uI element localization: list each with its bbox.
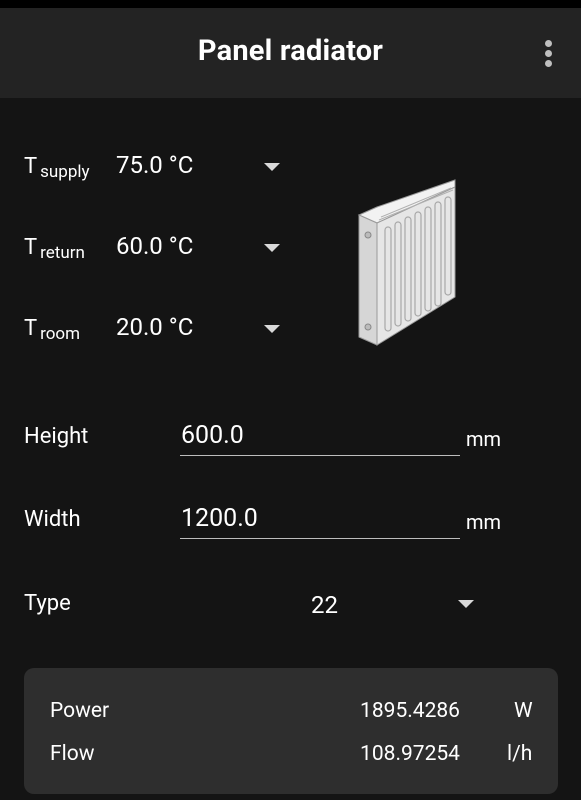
temp-return-row: Treturn 60.0 °C — [24, 231, 294, 271]
temp-supply-label: Tsupply — [24, 154, 90, 182]
flow-unit: l/h — [507, 742, 533, 766]
temp-return-dropdown[interactable]: 60.0 °C — [116, 232, 193, 260]
app-bar: Panel radiator — [0, 8, 581, 98]
temp-room-label: Troom — [24, 316, 81, 344]
type-label: Type — [24, 591, 71, 616]
panel-radiator-icon — [357, 179, 456, 346]
flow-value: 108.97254 — [360, 742, 460, 766]
page-title: Panel radiator — [197, 34, 384, 68]
height-unit: mm — [466, 427, 502, 451]
width-input[interactable] — [180, 501, 460, 539]
chevron-down-icon[interactable] — [264, 325, 280, 333]
temp-room-dropdown[interactable]: 20.0 °C — [116, 313, 193, 341]
width-unit: mm — [466, 510, 502, 534]
chevron-down-icon[interactable] — [458, 600, 474, 608]
type-dropdown[interactable]: 22 — [311, 591, 338, 619]
power-unit: W — [514, 699, 533, 723]
temp-return-label: Treturn — [24, 235, 85, 263]
temp-room-row: Troom 20.0 °C — [24, 312, 294, 352]
height-input[interactable] — [180, 418, 460, 456]
width-label: Width — [24, 507, 81, 532]
more-vert-icon[interactable] — [538, 38, 560, 70]
flow-label: Flow — [50, 742, 95, 766]
chevron-down-icon[interactable] — [264, 244, 280, 252]
height-label: Height — [24, 424, 89, 449]
power-label: Power — [50, 699, 110, 723]
temp-supply-row: Tsupply 75.0 °C — [24, 150, 294, 190]
status-bar — [0, 0, 581, 8]
chevron-down-icon[interactable] — [264, 163, 280, 171]
results-card: Power 1895.4286 W Flow 108.97254 l/h — [24, 668, 558, 794]
temp-supply-dropdown[interactable]: 75.0 °C — [116, 151, 193, 179]
power-value: 1895.4286 — [360, 699, 460, 723]
